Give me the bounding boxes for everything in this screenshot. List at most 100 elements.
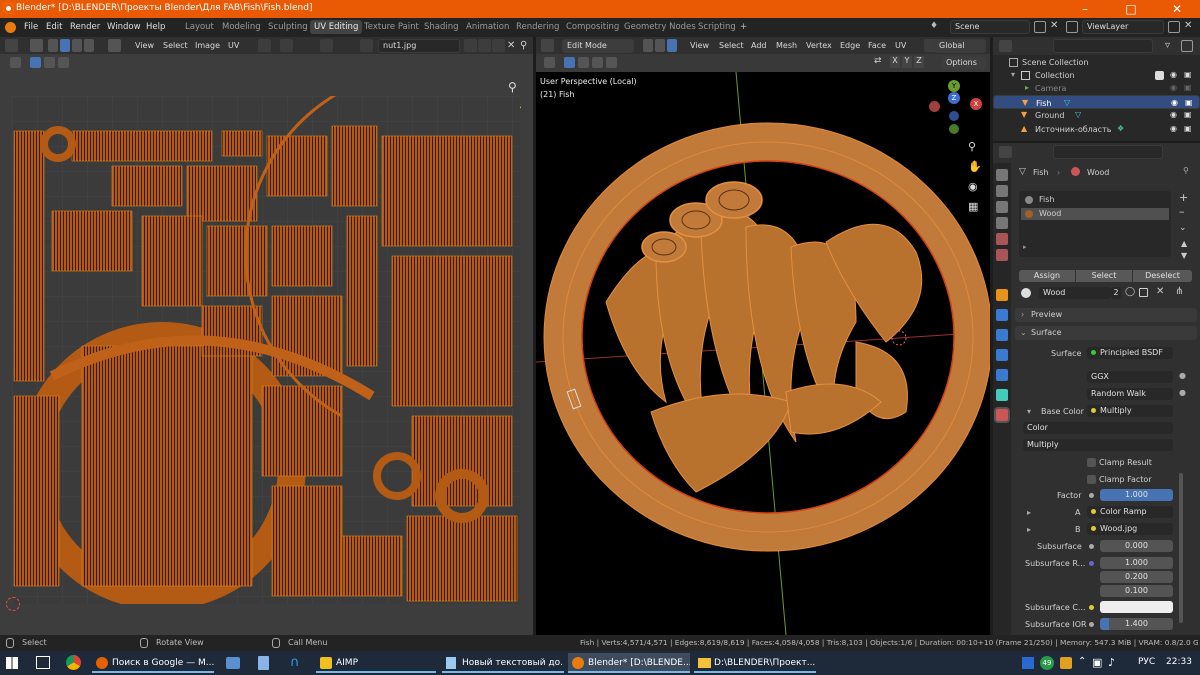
uv-mode-extend-icon[interactable] <box>44 57 55 68</box>
sync-selection-icon[interactable] <box>30 39 43 52</box>
image-name-field[interactable]: nut1.jpg <box>378 39 460 53</box>
uv-menu-image[interactable]: Image <box>195 41 220 50</box>
vp-zoom-icon[interactable]: ⚲ <box>968 140 976 153</box>
island-select-icon[interactable] <box>84 39 94 52</box>
world-tab-icon[interactable] <box>996 249 1008 261</box>
new-collection-icon[interactable] <box>1181 40 1193 52</box>
properties-scrollbar[interactable] <box>1179 473 1183 623</box>
factor-socket-icon[interactable] <box>1089 493 1094 498</box>
outliner-row-fish[interactable]: ▼ Fish ▽ ◉ ▣ <box>993 95 1200 109</box>
fish-render-icon[interactable]: ▣ <box>1185 97 1193 108</box>
light-eye-icon[interactable]: ◉ <box>1170 124 1177 133</box>
start-icon[interactable] <box>6 657 18 669</box>
object-tab-icon[interactable] <box>996 289 1008 301</box>
vp-mode-subtract-icon[interactable] <box>592 57 603 68</box>
tab-sculpting[interactable]: Sculpting <box>268 22 308 32</box>
deselect-button[interactable]: Deselect <box>1133 270 1192 282</box>
remove-slot-icon[interactable]: – <box>1179 205 1185 218</box>
vp-face-select-icon[interactable] <box>667 39 677 52</box>
vp-menu-add[interactable]: Add <box>751 41 767 50</box>
gizmo-neg-y[interactable] <box>949 124 959 134</box>
color-mode-dropdown[interactable]: Color <box>1023 422 1173 434</box>
tab-compositing[interactable]: Compositing <box>566 22 619 32</box>
vp-menu-select[interactable]: Select <box>719 41 744 50</box>
vp-menu-edge[interactable]: Edge <box>840 41 860 50</box>
face-select-icon[interactable] <box>72 39 82 52</box>
factor-slider[interactable]: 1.000 <box>1100 489 1173 501</box>
b-input-field[interactable]: Wood.jpg <box>1087 523 1173 535</box>
uv-mode-subtract-icon[interactable] <box>58 57 69 68</box>
distribution-dropdown[interactable]: GGX <box>1087 371 1173 383</box>
physics-tab-icon[interactable] <box>996 349 1008 361</box>
base-color-collapse-icon[interactable]: ▾ <box>1027 407 1031 416</box>
tab-animation[interactable]: Animation <box>466 22 509 32</box>
uv-menu-view[interactable]: View <box>135 41 154 50</box>
task-view-icon[interactable] <box>36 656 50 669</box>
close-icon[interactable]: ✕ <box>1154 0 1200 18</box>
axis-z-toggle[interactable]: Z <box>914 56 924 68</box>
vp-menu-uv[interactable]: UV <box>895 41 906 50</box>
uv-image-canvas[interactable] <box>12 96 520 604</box>
transform-orientation-selector[interactable]: Global <box>934 39 986 53</box>
copy-viewlayer-icon[interactable] <box>1168 21 1180 33</box>
blend-mode-dropdown[interactable]: Multiply <box>1023 439 1173 451</box>
ground-eye-icon[interactable]: ◉ <box>1170 110 1177 119</box>
menu-render[interactable]: Render <box>70 22 100 32</box>
tray-badge[interactable]: 49 <box>1040 656 1054 670</box>
subsurface-ior-socket-icon[interactable] <box>1089 622 1094 627</box>
taskbar-blender[interactable]: Blender* [D:\BLENDE... <box>568 653 690 673</box>
scene-icon[interactable]: ♦ <box>930 21 944 33</box>
menu-help[interactable]: Help <box>146 22 165 32</box>
unlink-image-icon[interactable]: ✕ <box>507 40 515 51</box>
remove-scene-icon[interactable]: ✕ <box>1050 20 1058 31</box>
subsurface-radius-socket-icon[interactable] <box>1089 561 1094 566</box>
tab-scripting[interactable]: Scripting <box>698 22 736 32</box>
outliner-row-camera[interactable]: ▸ Camera ◉ ▣ <box>993 82 1200 96</box>
edge-select-icon[interactable] <box>60 39 70 52</box>
vp-pan-icon[interactable]: ✋ <box>968 160 982 173</box>
slot-item-wood[interactable]: Wood <box>1021 208 1169 220</box>
pin-icon[interactable]: ⚲ <box>520 40 527 51</box>
add-workspace-icon[interactable]: + <box>740 22 747 32</box>
slot-list-expand-icon[interactable]: ▸ <box>1023 243 1027 251</box>
snap-icon[interactable] <box>280 39 293 52</box>
app-icon-1[interactable] <box>226 657 240 669</box>
vp-edge-select-icon[interactable] <box>655 39 665 52</box>
subsurface-radius-y[interactable]: 0.200 <box>1100 571 1173 583</box>
tab-shading[interactable]: Shading <box>424 22 459 32</box>
camera-view-icon[interactable]: ◉ <box>968 180 978 193</box>
surface-shader-field[interactable]: Principled BSDF <box>1087 347 1173 359</box>
vp-vertex-select-icon[interactable] <box>643 39 653 52</box>
mirror-icon[interactable]: ⇄ <box>874 56 882 66</box>
tray-network-icon[interactable]: ▣ <box>1092 656 1102 669</box>
vp-mode-new-icon[interactable] <box>564 57 575 68</box>
vp-mode-extend-icon[interactable] <box>578 57 589 68</box>
view-layer-tab-icon[interactable] <box>996 217 1008 229</box>
fake-user-icon[interactable] <box>464 39 477 52</box>
material-name-field[interactable]: Wood <box>1039 287 1111 299</box>
select-button[interactable]: Select <box>1076 270 1132 282</box>
3d-viewport[interactable]: ⇄ X Y Z Options User Perspective (Local)… <box>536 54 990 635</box>
proportional-icon[interactable] <box>320 39 333 52</box>
subsurface-color-swatch[interactable] <box>1100 601 1173 613</box>
material-browse-icon[interactable] <box>1021 288 1031 298</box>
expand-icon[interactable]: ▾ <box>1011 70 1015 79</box>
vp-menu-face[interactable]: Face <box>868 41 886 50</box>
vp-menu-vertex[interactable]: Vertex <box>806 41 832 50</box>
properties-editor-type-icon[interactable] <box>999 146 1012 158</box>
material-tab-icon[interactable] <box>996 409 1008 421</box>
tray-shield-icon[interactable] <box>1022 657 1034 669</box>
surface-panel-header[interactable]: ⌄ Surface <box>1015 326 1197 340</box>
assign-button[interactable]: Assign <box>1019 270 1075 282</box>
collection-camera-icon[interactable]: ▣ <box>1184 70 1192 79</box>
modifier-tab-icon[interactable] <box>996 309 1008 321</box>
properties-search[interactable] <box>1053 145 1163 159</box>
tray-volume-icon[interactable]: ♪ <box>1108 656 1115 669</box>
chrome-icon[interactable] <box>66 655 81 670</box>
properties-pin-icon[interactable]: ⚲ <box>1183 166 1189 175</box>
taskbar-aimp[interactable]: AIMP <box>316 653 436 673</box>
app-icon-3[interactable]: ∩ <box>290 656 304 670</box>
material-slot-list[interactable]: Fish Wood ▸ <box>1019 191 1171 257</box>
preview-panel-header[interactable]: › Preview <box>1015 308 1197 322</box>
tool-tab-icon[interactable] <box>996 169 1008 181</box>
